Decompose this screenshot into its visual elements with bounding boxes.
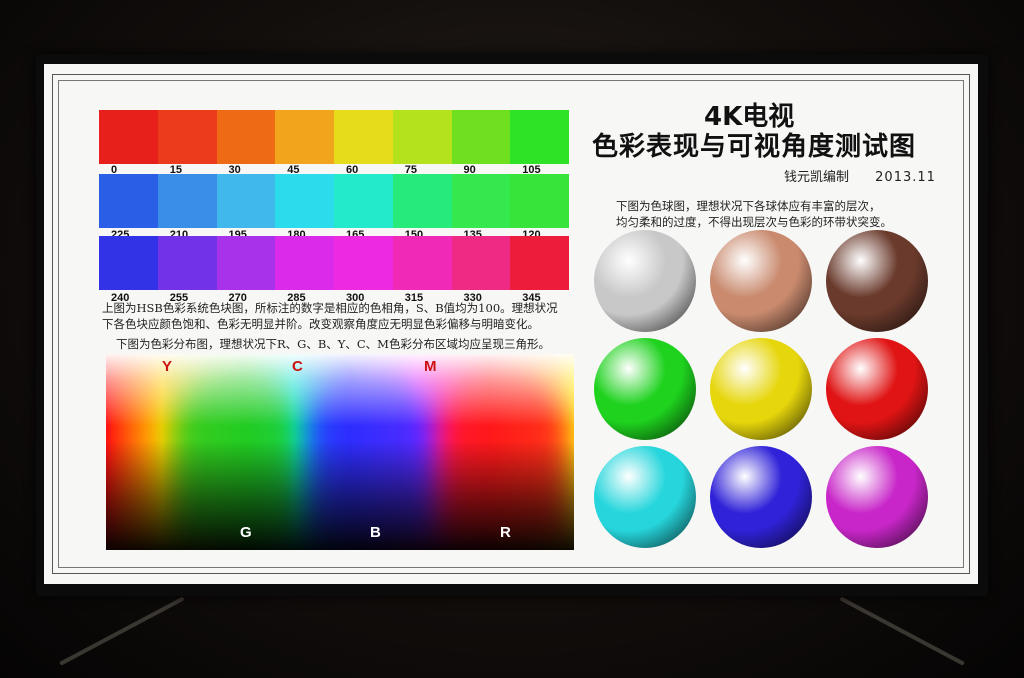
tv-stand-left bbox=[59, 596, 185, 666]
title-line2: 色彩表现与可视角度测试图 bbox=[592, 132, 917, 162]
color-sphere bbox=[710, 446, 812, 548]
hue-bar-1 bbox=[99, 110, 569, 164]
author-line: 钱元凯编制 2013.11 bbox=[784, 166, 936, 185]
hue-swatch bbox=[99, 174, 158, 228]
distribution-note: 下图为色彩分布图，理想状况下R、G、B、Y、C、M色彩分布区域均应呈现三角形。 bbox=[116, 337, 550, 351]
color-distribution-chart: Y C M G B R bbox=[106, 354, 574, 550]
sphere-note: 下图为色球图，理想状况下各球体应有丰富的层次， 均匀柔和的过度，不得出现层次与色… bbox=[616, 198, 892, 230]
color-sphere bbox=[826, 446, 928, 548]
hue-swatch bbox=[216, 236, 276, 290]
hue-swatch bbox=[510, 110, 569, 164]
hsb-note: 上图为HSB色彩系统色块图，所标注的数字是相应的色相角，S、B值均为100。理想… bbox=[102, 300, 558, 332]
hue-swatch bbox=[510, 174, 569, 228]
label-m: M bbox=[424, 358, 437, 375]
hue-swatch bbox=[451, 174, 511, 228]
date: 2013.11 bbox=[875, 170, 936, 185]
hue-swatch bbox=[510, 236, 569, 290]
hue-bar-3 bbox=[99, 236, 569, 290]
hue-swatch bbox=[334, 236, 393, 290]
label-r: R bbox=[500, 524, 511, 541]
label-b: B bbox=[370, 524, 381, 541]
hue-swatch bbox=[216, 110, 276, 164]
hue-swatch bbox=[99, 110, 158, 164]
color-sphere bbox=[826, 230, 928, 332]
author-name: 钱元凯编制 bbox=[784, 170, 850, 185]
label-g: G bbox=[240, 524, 252, 541]
hue-swatch bbox=[157, 174, 217, 228]
label-c: C bbox=[292, 358, 303, 375]
sphere-note-line2: 均匀柔和的过度，不得出现层次与色彩的环带状突变。 bbox=[616, 215, 892, 229]
color-sphere bbox=[826, 338, 928, 440]
color-sphere bbox=[594, 446, 696, 548]
tv-screen: 0 15 30 45 60 75 90 105 225 210 195 180 165 150 135 12… bbox=[44, 64, 978, 584]
color-sphere bbox=[594, 230, 696, 332]
hue-swatch bbox=[451, 110, 511, 164]
hue-swatch bbox=[334, 110, 393, 164]
hsb-note-line1: 上图为HSB色彩系统色块图，所标注的数字是相应的色相角，S、B值均为100。理想… bbox=[102, 301, 558, 315]
hue-swatch bbox=[99, 236, 158, 290]
color-sphere bbox=[710, 338, 812, 440]
hue-swatch bbox=[275, 236, 334, 290]
hue-swatch bbox=[334, 174, 393, 228]
hue-swatch bbox=[275, 174, 334, 228]
hue-swatch bbox=[157, 110, 217, 164]
sphere-note-line1: 下图为色球图，理想状况下各球体应有丰富的层次， bbox=[616, 199, 881, 213]
color-sphere bbox=[710, 230, 812, 332]
hue-swatch bbox=[392, 236, 452, 290]
hue-swatch bbox=[451, 236, 511, 290]
label-y: Y bbox=[162, 358, 173, 375]
tv-stand-right bbox=[839, 596, 965, 666]
hue-swatch bbox=[392, 174, 452, 228]
hue-bar-2 bbox=[99, 174, 569, 228]
color-sphere bbox=[594, 338, 696, 440]
hsb-note-line2: 下各色块应颜色饱和、色彩无明显并阶。改变观察角度应无明显色彩偏移与明暗变化。 bbox=[102, 317, 539, 331]
hue-swatch bbox=[392, 110, 452, 164]
hue-swatch bbox=[216, 174, 276, 228]
hue-swatch bbox=[157, 236, 217, 290]
hue-swatch bbox=[275, 110, 334, 164]
